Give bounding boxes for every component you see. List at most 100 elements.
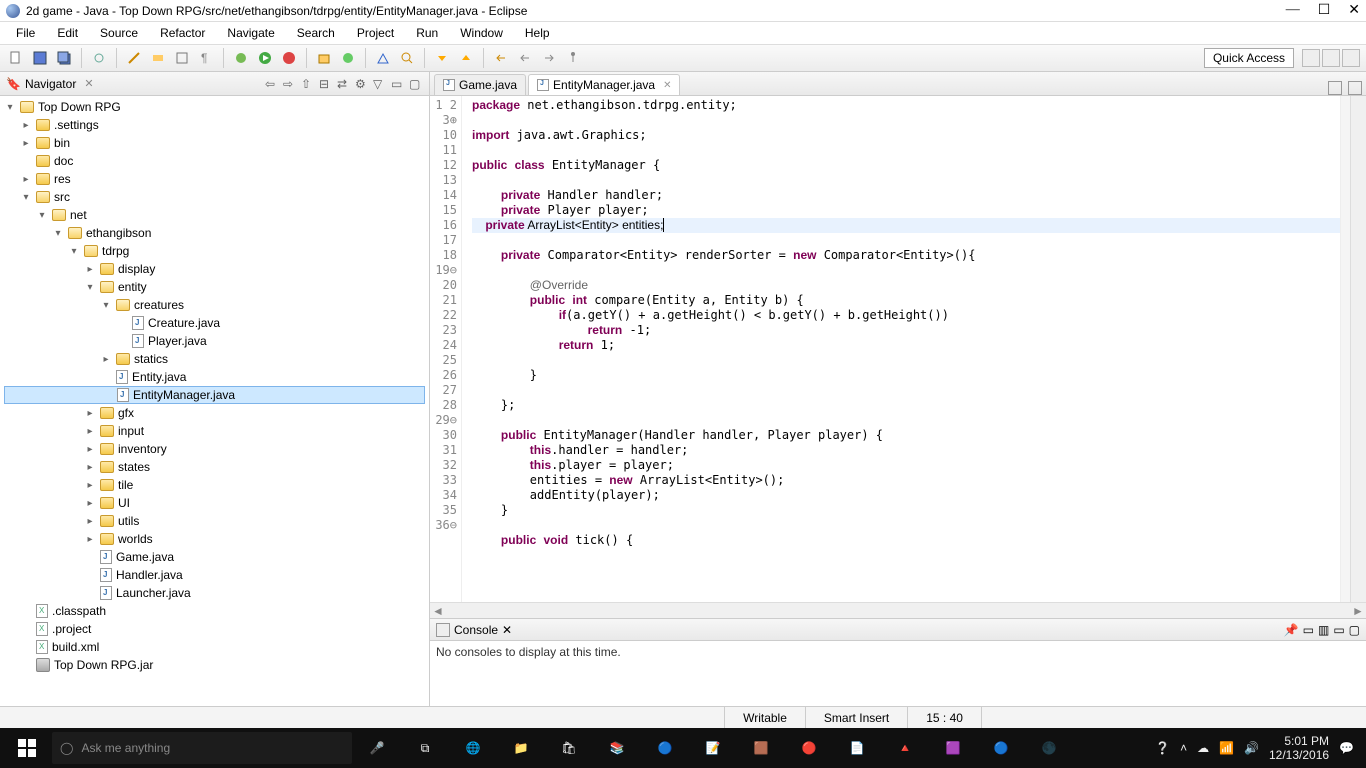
code-editor[interactable]: 1 2 3⊕ 10 11 12 13 14 15 16 17 18 19⊖ 20… [430,96,1366,602]
new-class-button[interactable] [338,48,358,68]
save-all-button[interactable] [54,48,74,68]
taskbar-notepad[interactable]: 📄 [834,728,880,768]
menu-edit[interactable]: Edit [47,24,88,42]
view-menu-icon[interactable]: ▽ [373,77,387,91]
back-history-icon[interactable]: ⇦ [265,77,279,91]
file-row[interactable]: Game.java [4,548,425,566]
vertical-scrollbar[interactable] [1350,96,1366,602]
folder-row[interactable]: ▸statics [4,350,425,368]
folder-row[interactable]: ▾tdrpg [4,242,425,260]
folder-row[interactable]: ▾src [4,188,425,206]
editor-tab-entitymanager[interactable]: EntityManager.java✕ [528,74,680,95]
project-row[interactable]: ▾Top Down RPG [4,98,425,116]
open-console-icon[interactable]: ▥ [1318,623,1329,637]
minimize-editor-icon[interactable] [1328,81,1342,95]
close-icon[interactable]: ✕ [84,77,93,90]
folder-row[interactable]: ▸display [4,260,425,278]
navigator-tree[interactable]: ▾Top Down RPG ▸.settings ▸bin doc ▸res ▾… [0,96,429,706]
taskbar-edge[interactable]: 🌐 [450,728,496,768]
taskbar-explorer[interactable]: 📁 [498,728,544,768]
taskbar-app2[interactable]: 🟪 [930,728,976,768]
forward-history-icon[interactable]: ⇨ [283,77,297,91]
taskbar-eclipse[interactable]: 🌑 [1026,728,1072,768]
file-row-selected[interactable]: EntityManager.java [4,386,425,404]
clock[interactable]: 5:01 PM 12/13/2016 [1269,734,1329,762]
horizontal-scrollbar[interactable]: ◄ ► [430,602,1366,618]
taskbar-winrar[interactable]: 📚 [594,728,640,768]
volume-icon[interactable]: 🔊 [1244,741,1259,755]
minimize-view-icon[interactable]: ▭ [391,77,405,91]
tray-up-icon[interactable]: ˄ [1180,741,1187,755]
debug-perspective-button[interactable] [1342,49,1360,67]
forward-button[interactable] [539,48,559,68]
file-row[interactable]: Player.java [4,332,425,350]
maximize-button[interactable]: ☐ [1318,2,1331,19]
last-edit-button[interactable] [491,48,511,68]
folder-row[interactable]: ▸tile [4,476,425,494]
code-content[interactable]: package net.ethangibson.tdrpg.entity; im… [472,96,1340,602]
scroll-left-icon[interactable]: ◄ [430,604,446,618]
file-row[interactable]: Creature.java [4,314,425,332]
folder-row[interactable]: ▸states [4,458,425,476]
menu-window[interactable]: Window [450,24,513,42]
close-icon[interactable]: ✕ [502,623,512,637]
cloud-icon[interactable]: ☁ [1197,741,1209,755]
taskbar-app1[interactable]: 🔵 [642,728,688,768]
taskbar-minecraft[interactable]: 🟫 [738,728,784,768]
pin-console-icon[interactable]: 📌 [1284,623,1299,637]
filter-icon[interactable]: ⚙ [355,77,369,91]
start-button[interactable] [4,728,50,768]
run-button[interactable] [255,48,275,68]
new-button[interactable] [6,48,26,68]
folder-row[interactable]: ▸.settings [4,116,425,134]
open-type-button[interactable] [373,48,393,68]
folder-row[interactable]: ▸utils [4,512,425,530]
folder-row[interactable]: ▾net [4,206,425,224]
display-console-icon[interactable]: ▭ [1303,623,1314,637]
file-row[interactable]: .classpath [4,602,425,620]
maximize-editor-icon[interactable] [1348,81,1362,95]
java-perspective-button[interactable] [1322,49,1340,67]
close-tab-icon[interactable]: ✕ [663,80,671,91]
menu-refactor[interactable]: Refactor [150,24,215,42]
folder-row[interactable]: ▸worlds [4,530,425,548]
quick-access[interactable]: Quick Access [1204,48,1294,68]
cortana-search[interactable]: ◯ Ask me anything [52,732,352,764]
menu-file[interactable]: File [6,24,45,42]
folder-row[interactable]: ▸inventory [4,440,425,458]
prev-annotation-button[interactable] [456,48,476,68]
folder-row[interactable]: ▸input [4,422,425,440]
maximize-view-icon[interactable]: ▢ [409,77,423,91]
help-icon[interactable]: ❔ [1155,741,1170,755]
minimize-button[interactable]: — [1286,2,1300,19]
file-row[interactable]: Entity.java [4,368,425,386]
file-row[interactable]: build.xml [4,638,425,656]
file-row[interactable]: Handler.java [4,566,425,584]
taskbar-filezilla[interactable]: 🔺 [882,728,928,768]
taskbar-chrome[interactable]: 🔴 [786,728,832,768]
back-button[interactable] [515,48,535,68]
close-button[interactable]: ✕ [1348,2,1360,19]
line-gutter[interactable]: 1 2 3⊕ 10 11 12 13 14 15 16 17 18 19⊖ 20… [430,96,462,602]
menu-run[interactable]: Run [406,24,448,42]
task-view-button[interactable]: ⧉ [402,728,448,768]
folder-row[interactable]: doc [4,152,425,170]
folder-row[interactable]: ▾creatures [4,296,425,314]
folder-row[interactable]: ▸gfx [4,404,425,422]
wifi-icon[interactable]: 📶 [1219,741,1234,755]
link-editor-icon[interactable]: ⇄ [337,77,351,91]
next-annotation-button[interactable] [432,48,452,68]
menu-source[interactable]: Source [90,24,148,42]
open-perspective-button[interactable] [1302,49,1320,67]
block-select-button[interactable] [172,48,192,68]
file-row[interactable]: Top Down RPG.jar [4,656,425,674]
menu-help[interactable]: Help [515,24,560,42]
run-last-button[interactable] [279,48,299,68]
notifications-icon[interactable]: 💬 [1339,741,1354,755]
minimize-console-icon[interactable]: ▭ [1333,623,1344,637]
cortana-mic-button[interactable]: 🎤 [354,728,400,768]
editor-tab-game[interactable]: Game.java [434,74,526,95]
skip-breakpoints-button[interactable] [89,48,109,68]
folder-row[interactable]: ▸res [4,170,425,188]
taskbar-store[interactable]: 🛍 [546,728,592,768]
